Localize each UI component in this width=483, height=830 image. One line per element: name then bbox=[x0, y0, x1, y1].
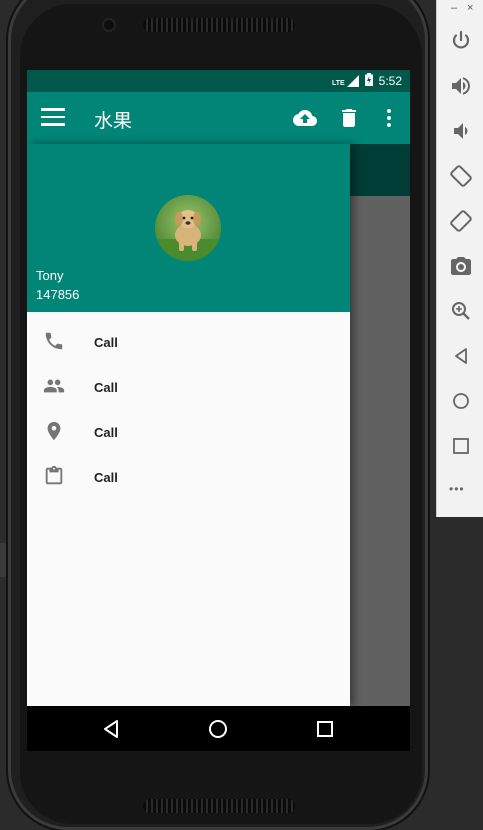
lte-signal-icon: LTE bbox=[332, 75, 359, 87]
bottom-speaker bbox=[143, 799, 295, 813]
upload-cloud-icon[interactable] bbox=[293, 106, 317, 130]
back-icon[interactable] bbox=[99, 717, 123, 741]
home-icon[interactable] bbox=[449, 389, 473, 413]
toolbar-title: 水果 bbox=[94, 111, 133, 132]
battery-icon bbox=[364, 73, 373, 89]
friends-icon bbox=[43, 375, 65, 397]
recents-icon[interactable] bbox=[313, 717, 337, 741]
menu-item-friends[interactable]: Call bbox=[27, 365, 350, 410]
volume-up-icon[interactable] bbox=[449, 74, 473, 98]
location-icon bbox=[43, 420, 65, 442]
menu-item-call[interactable]: Call bbox=[27, 320, 350, 365]
drawer-header: Tony 147856 bbox=[27, 144, 350, 312]
zoom-icon[interactable] bbox=[449, 299, 473, 323]
power-icon[interactable] bbox=[449, 29, 473, 53]
rotate-left-icon[interactable] bbox=[449, 164, 473, 188]
delete-icon[interactable] bbox=[337, 106, 361, 130]
user-name: Tony bbox=[36, 268, 64, 283]
system-navigation-bar bbox=[27, 706, 410, 751]
more-vert-icon[interactable] bbox=[377, 106, 401, 130]
camera-icon[interactable] bbox=[449, 254, 473, 278]
drawer-menu: Call Call Call Call bbox=[27, 320, 350, 500]
menu-item-location[interactable]: Call bbox=[27, 410, 350, 455]
menu-item-label: Call bbox=[94, 470, 118, 485]
device-screen: LTE 5:52 水果 Tony 147856 Call Call Call C… bbox=[27, 70, 410, 751]
menu-item-label: Call bbox=[94, 380, 118, 395]
front-camera bbox=[104, 20, 114, 30]
avatar[interactable] bbox=[155, 195, 221, 261]
menu-item-task[interactable]: Call bbox=[27, 455, 350, 500]
volume-down-icon[interactable] bbox=[449, 119, 473, 143]
status-time: 5:52 bbox=[378, 74, 402, 88]
minimize-button[interactable]: – bbox=[451, 2, 457, 14]
top-speaker bbox=[143, 18, 295, 32]
close-button[interactable]: × bbox=[467, 2, 473, 14]
status-bar: LTE 5:52 bbox=[27, 70, 410, 92]
menu-item-label: Call bbox=[94, 425, 118, 440]
home-icon[interactable] bbox=[206, 717, 230, 741]
rotate-right-icon[interactable] bbox=[449, 209, 473, 233]
task-icon bbox=[43, 465, 65, 487]
toolbar: 水果 bbox=[27, 92, 410, 144]
overview-icon[interactable] bbox=[449, 434, 473, 458]
hamburger-menu-icon[interactable] bbox=[41, 108, 65, 126]
navigation-drawer[interactable]: Tony 147856 Call Call Call Call bbox=[27, 144, 350, 706]
menu-item-label: Call bbox=[94, 335, 118, 350]
emulator-control-panel: – × ••• bbox=[436, 0, 483, 517]
back-icon[interactable] bbox=[449, 344, 473, 368]
user-phone: 147856 bbox=[36, 287, 80, 302]
more-options-icon[interactable]: ••• bbox=[449, 482, 473, 506]
phone-icon bbox=[43, 330, 65, 352]
